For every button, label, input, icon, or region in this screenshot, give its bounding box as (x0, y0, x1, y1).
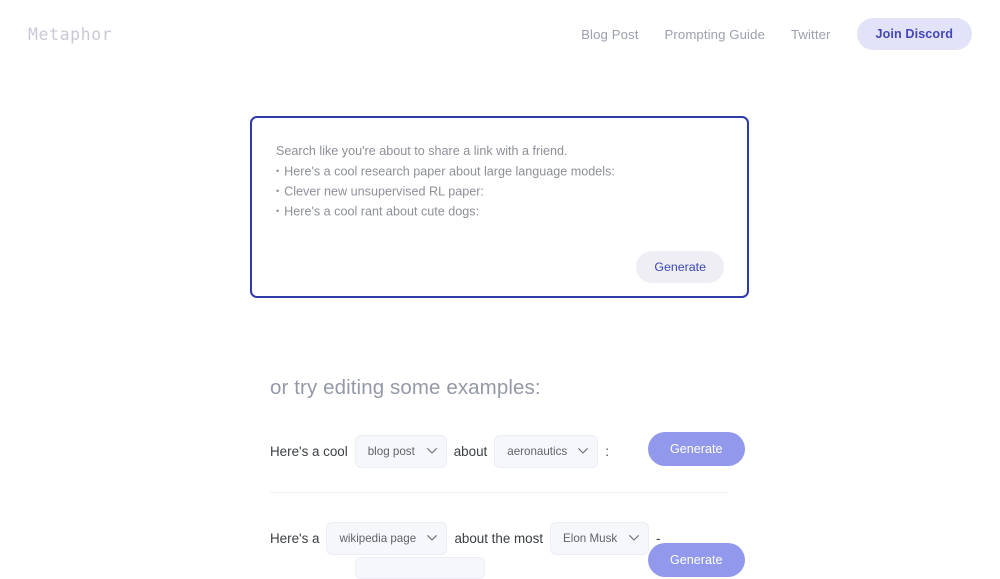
example-row-2: Here's a wikipedia page about the most E… (270, 519, 745, 579)
brand-logo[interactable]: Metaphor (28, 25, 112, 44)
example-1-suffix: : (605, 443, 609, 459)
examples-section: or try editing some examples: Here's a c… (270, 376, 745, 579)
search-placeholder-line-1: Search like you're about to share a link… (276, 144, 568, 158)
nav-link-prompting-guide[interactable]: Prompting Guide (665, 27, 765, 42)
examples-heading: or try editing some examples: (270, 376, 541, 399)
example-2-middle: about the most (454, 530, 544, 546)
example-2-select2-wrap: Elon Musk (543, 521, 656, 555)
example-2-prefix: Here's a (270, 530, 320, 546)
examples-divider (270, 492, 728, 493)
search-placeholder-line-3: Clever new unsupervised RL paper: (276, 182, 723, 202)
example-2-select1-wrap: wikipedia page (319, 521, 454, 555)
example-2-overflow-select[interactable] (355, 557, 485, 579)
search-box[interactable]: Search like you're about to share a link… (250, 116, 749, 298)
example-1-generate-button[interactable]: Generate (648, 432, 745, 466)
search-generate-button[interactable]: Generate (636, 251, 724, 283)
example-1-middle: about (453, 443, 488, 459)
example-1-prefix: Here's a cool (270, 443, 348, 459)
join-discord-button[interactable]: Join Discord (856, 18, 972, 50)
example-2-generate-button[interactable]: Generate (648, 543, 745, 577)
example-1-select2-wrap: aeronautics (487, 434, 605, 468)
nav-link-blog-post[interactable]: Blog Post (581, 27, 638, 42)
search-placeholder-line-2: Here's a cool research paper about large… (276, 162, 723, 182)
example-1-select1-wrap: blog post (348, 434, 454, 468)
example-1-topic-select[interactable]: aeronautics (494, 434, 599, 468)
example-1-content-type-select[interactable]: blog post (354, 434, 447, 468)
example-2-content-type-select[interactable]: wikipedia page (326, 521, 448, 555)
example-row-1: Here's a cool blog post about aeronautic… (270, 432, 745, 470)
site-header: Metaphor Blog Post Prompting Guide Twitt… (0, 0, 1000, 68)
example-2-subject-select[interactable]: Elon Musk (550, 521, 650, 555)
main-nav: Blog Post Prompting Guide Twitter Join D… (581, 18, 972, 50)
nav-link-twitter[interactable]: Twitter (791, 27, 831, 42)
search-placeholder-line-4: Here's a cool rant about cute dogs: (276, 202, 723, 222)
